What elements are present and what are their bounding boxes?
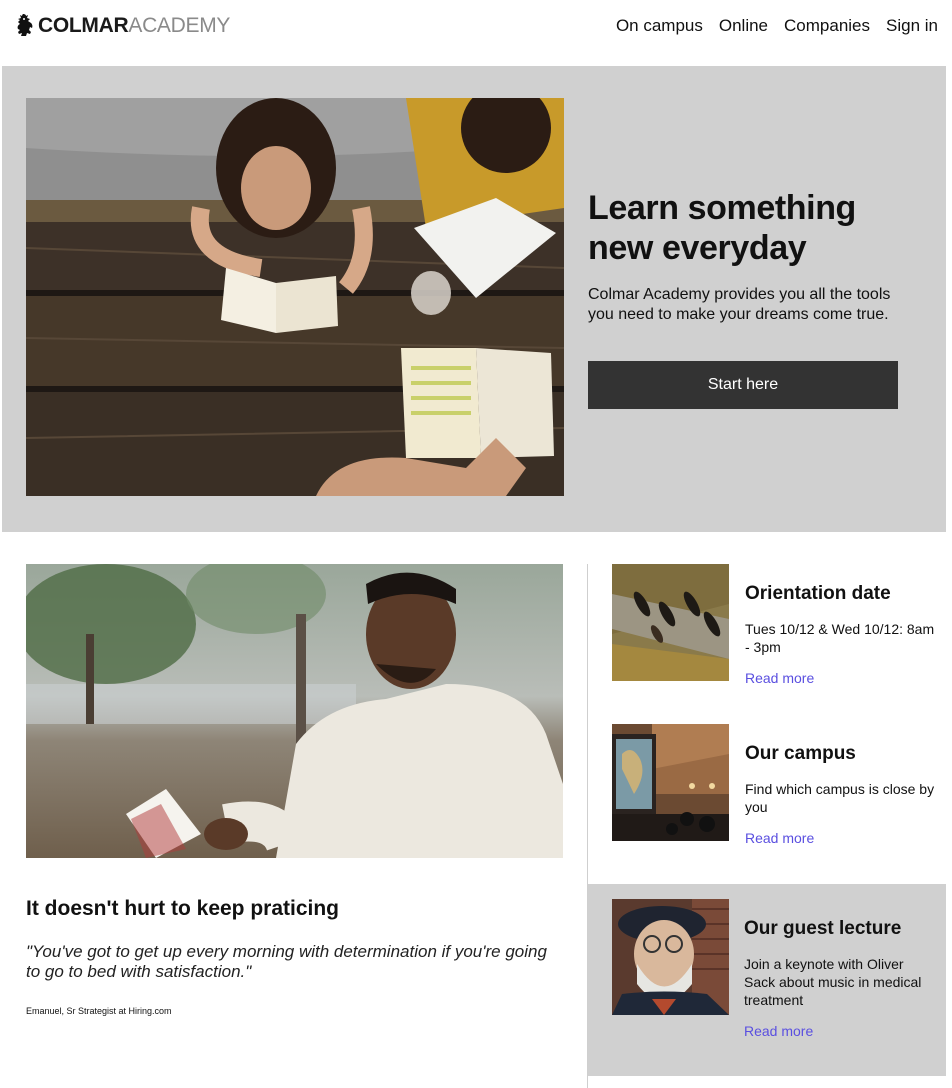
card-guest-lecture: Our guest lecture Join a keynote with Ol…: [588, 884, 946, 1076]
hero-description: Colmar Academy provides you all the tool…: [588, 286, 891, 323]
card-image-guest-lecture: [612, 899, 729, 1015]
article-quote: "You've got to get up every morning with…: [26, 942, 547, 981]
nav-link-sign-in[interactable]: Sign in: [886, 14, 938, 38]
card-text: Find which campus is close by you: [745, 781, 935, 815]
article-image-man-reading: [26, 564, 563, 858]
card-title: Our guest lecture: [744, 918, 902, 939]
read-more-link-guest-lecture[interactable]: Read more: [744, 1022, 934, 1040]
card-campus: Our campus Find which campus is close by…: [588, 724, 946, 864]
card-title: Our campus: [745, 743, 856, 764]
card-image-orientation: [612, 564, 729, 681]
read-more-link-campus[interactable]: Read more: [745, 829, 935, 847]
top-navbar: COLMARACADEMY On campus Online Companies…: [0, 0, 952, 66]
article-title: It doesn't hurt to keep praticing: [26, 897, 340, 920]
read-more-link-orientation[interactable]: Read more: [745, 669, 935, 687]
nav-link-on-campus[interactable]: On campus: [616, 14, 703, 38]
griffin-logo-icon: [17, 14, 33, 36]
card-text: Join a keynote with Oliver Sack about mu…: [744, 956, 922, 1008]
testimonial-article: It doesn't hurt to keep praticing "You'v…: [26, 564, 563, 1017]
card-title: Orientation date: [745, 583, 891, 604]
card-orientation: Orientation date Tues 10/12 & Wed 10/12:…: [588, 564, 946, 704]
brand-logo[interactable]: COLMARACADEMY: [14, 12, 230, 40]
hero-title: Learn something new everyday: [588, 189, 856, 267]
nav-link-companies[interactable]: Companies: [784, 14, 870, 38]
nav-link-online[interactable]: Online: [719, 14, 768, 38]
hero-image-students-reading: [26, 98, 564, 496]
nav-links: On campus Online Companies Sign in: [616, 14, 938, 38]
hero-section: Learn something new everyday Colmar Acad…: [2, 66, 946, 532]
card-text: Tues 10/12 & Wed 10/12: 8am - 3pm: [745, 621, 935, 655]
card-image-campus: [612, 724, 729, 841]
start-here-button[interactable]: Start here: [588, 361, 898, 409]
brand-name-light: ACADEMY: [128, 14, 231, 37]
brand-name-bold: COLMAR: [38, 14, 129, 37]
article-credit: Emanuel, Sr Strategist at Hiring.com: [26, 1006, 172, 1016]
